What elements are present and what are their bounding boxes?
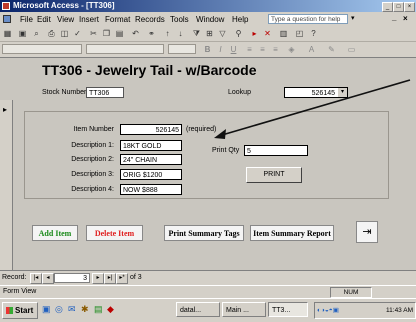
arrow-head [214, 129, 226, 139]
annotation-arrow [214, 79, 411, 139]
arrow-line [221, 79, 411, 136]
